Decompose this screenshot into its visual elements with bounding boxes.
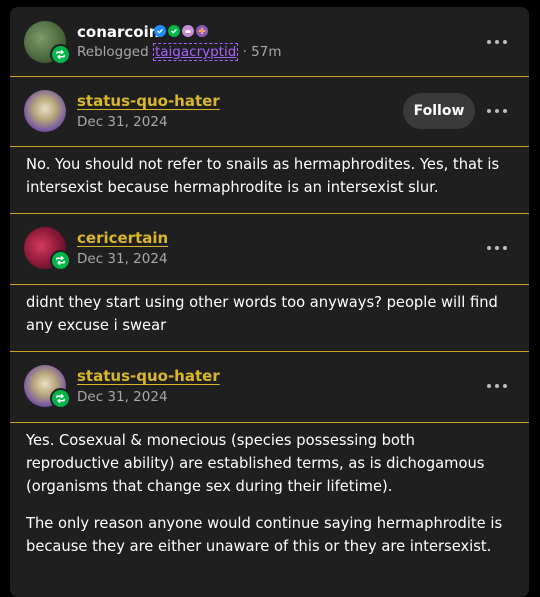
reblog-time: · 57m <box>242 44 282 60</box>
post-header: status-quo-hater Dec 31, 2024 Follow <box>10 77 529 145</box>
reblog-icon <box>50 44 71 65</box>
post-paragraph: The only reason anyone would continue sa… <box>26 515 503 555</box>
crown-badge-icon <box>182 25 194 37</box>
post-date[interactable]: Dec 31, 2024 <box>77 251 168 267</box>
post-author[interactable]: status-quo-hater <box>77 367 220 385</box>
reblogger-name[interactable]: conarcoin <box>77 23 159 41</box>
more-options-icon[interactable] <box>487 245 507 251</box>
post-body: No. You should not refer to snails as he… <box>26 153 506 199</box>
post-date[interactable]: Dec 31, 2024 <box>77 389 168 405</box>
post-body: Yes. Cosexual & monecious (species posse… <box>26 429 506 558</box>
post-paragraph: Yes. Cosexual & monecious (species posse… <box>26 432 485 495</box>
flower-badge-icon <box>196 25 208 37</box>
post-date[interactable]: Dec 31, 2024 <box>77 114 168 130</box>
more-options-icon[interactable] <box>487 383 507 389</box>
reblog-icon <box>50 388 71 409</box>
post-paragraph: No. You should not refer to snails as he… <box>26 156 500 196</box>
reblogged-label: Reblogged <box>77 44 149 60</box>
post-author[interactable]: cericertain <box>77 229 168 247</box>
avatar-status-quo-hater[interactable] <box>24 90 66 132</box>
divider <box>10 422 529 423</box>
post-author[interactable]: status-quo-hater <box>77 92 220 110</box>
divider <box>10 284 529 285</box>
post-body: didnt they start using other words too a… <box>26 291 506 337</box>
more-options-icon[interactable] <box>487 108 507 114</box>
post-paragraph: didnt they start using other words too a… <box>26 294 498 334</box>
post-header: cericertain Dec 31, 2024 <box>10 214 529 282</box>
more-options-icon[interactable] <box>487 39 507 45</box>
post-header: status-quo-hater Dec 31, 2024 <box>10 352 529 420</box>
user-badges <box>154 25 208 37</box>
divider <box>10 146 529 147</box>
reblog-icon <box>50 250 71 271</box>
follow-button[interactable]: Follow <box>403 93 475 129</box>
verified-badge-icon <box>154 25 166 37</box>
post-card: conarcoin Reblogged taigacryptid · 57m s… <box>10 7 529 597</box>
reblog-header: conarcoin Reblogged taigacryptid · 57m <box>10 7 529 75</box>
reblog-meta: Reblogged taigacryptid · 57m <box>77 43 282 61</box>
checkmark-badge-icon <box>168 25 180 37</box>
reblogged-from-link[interactable]: taigacryptid <box>152 43 239 61</box>
